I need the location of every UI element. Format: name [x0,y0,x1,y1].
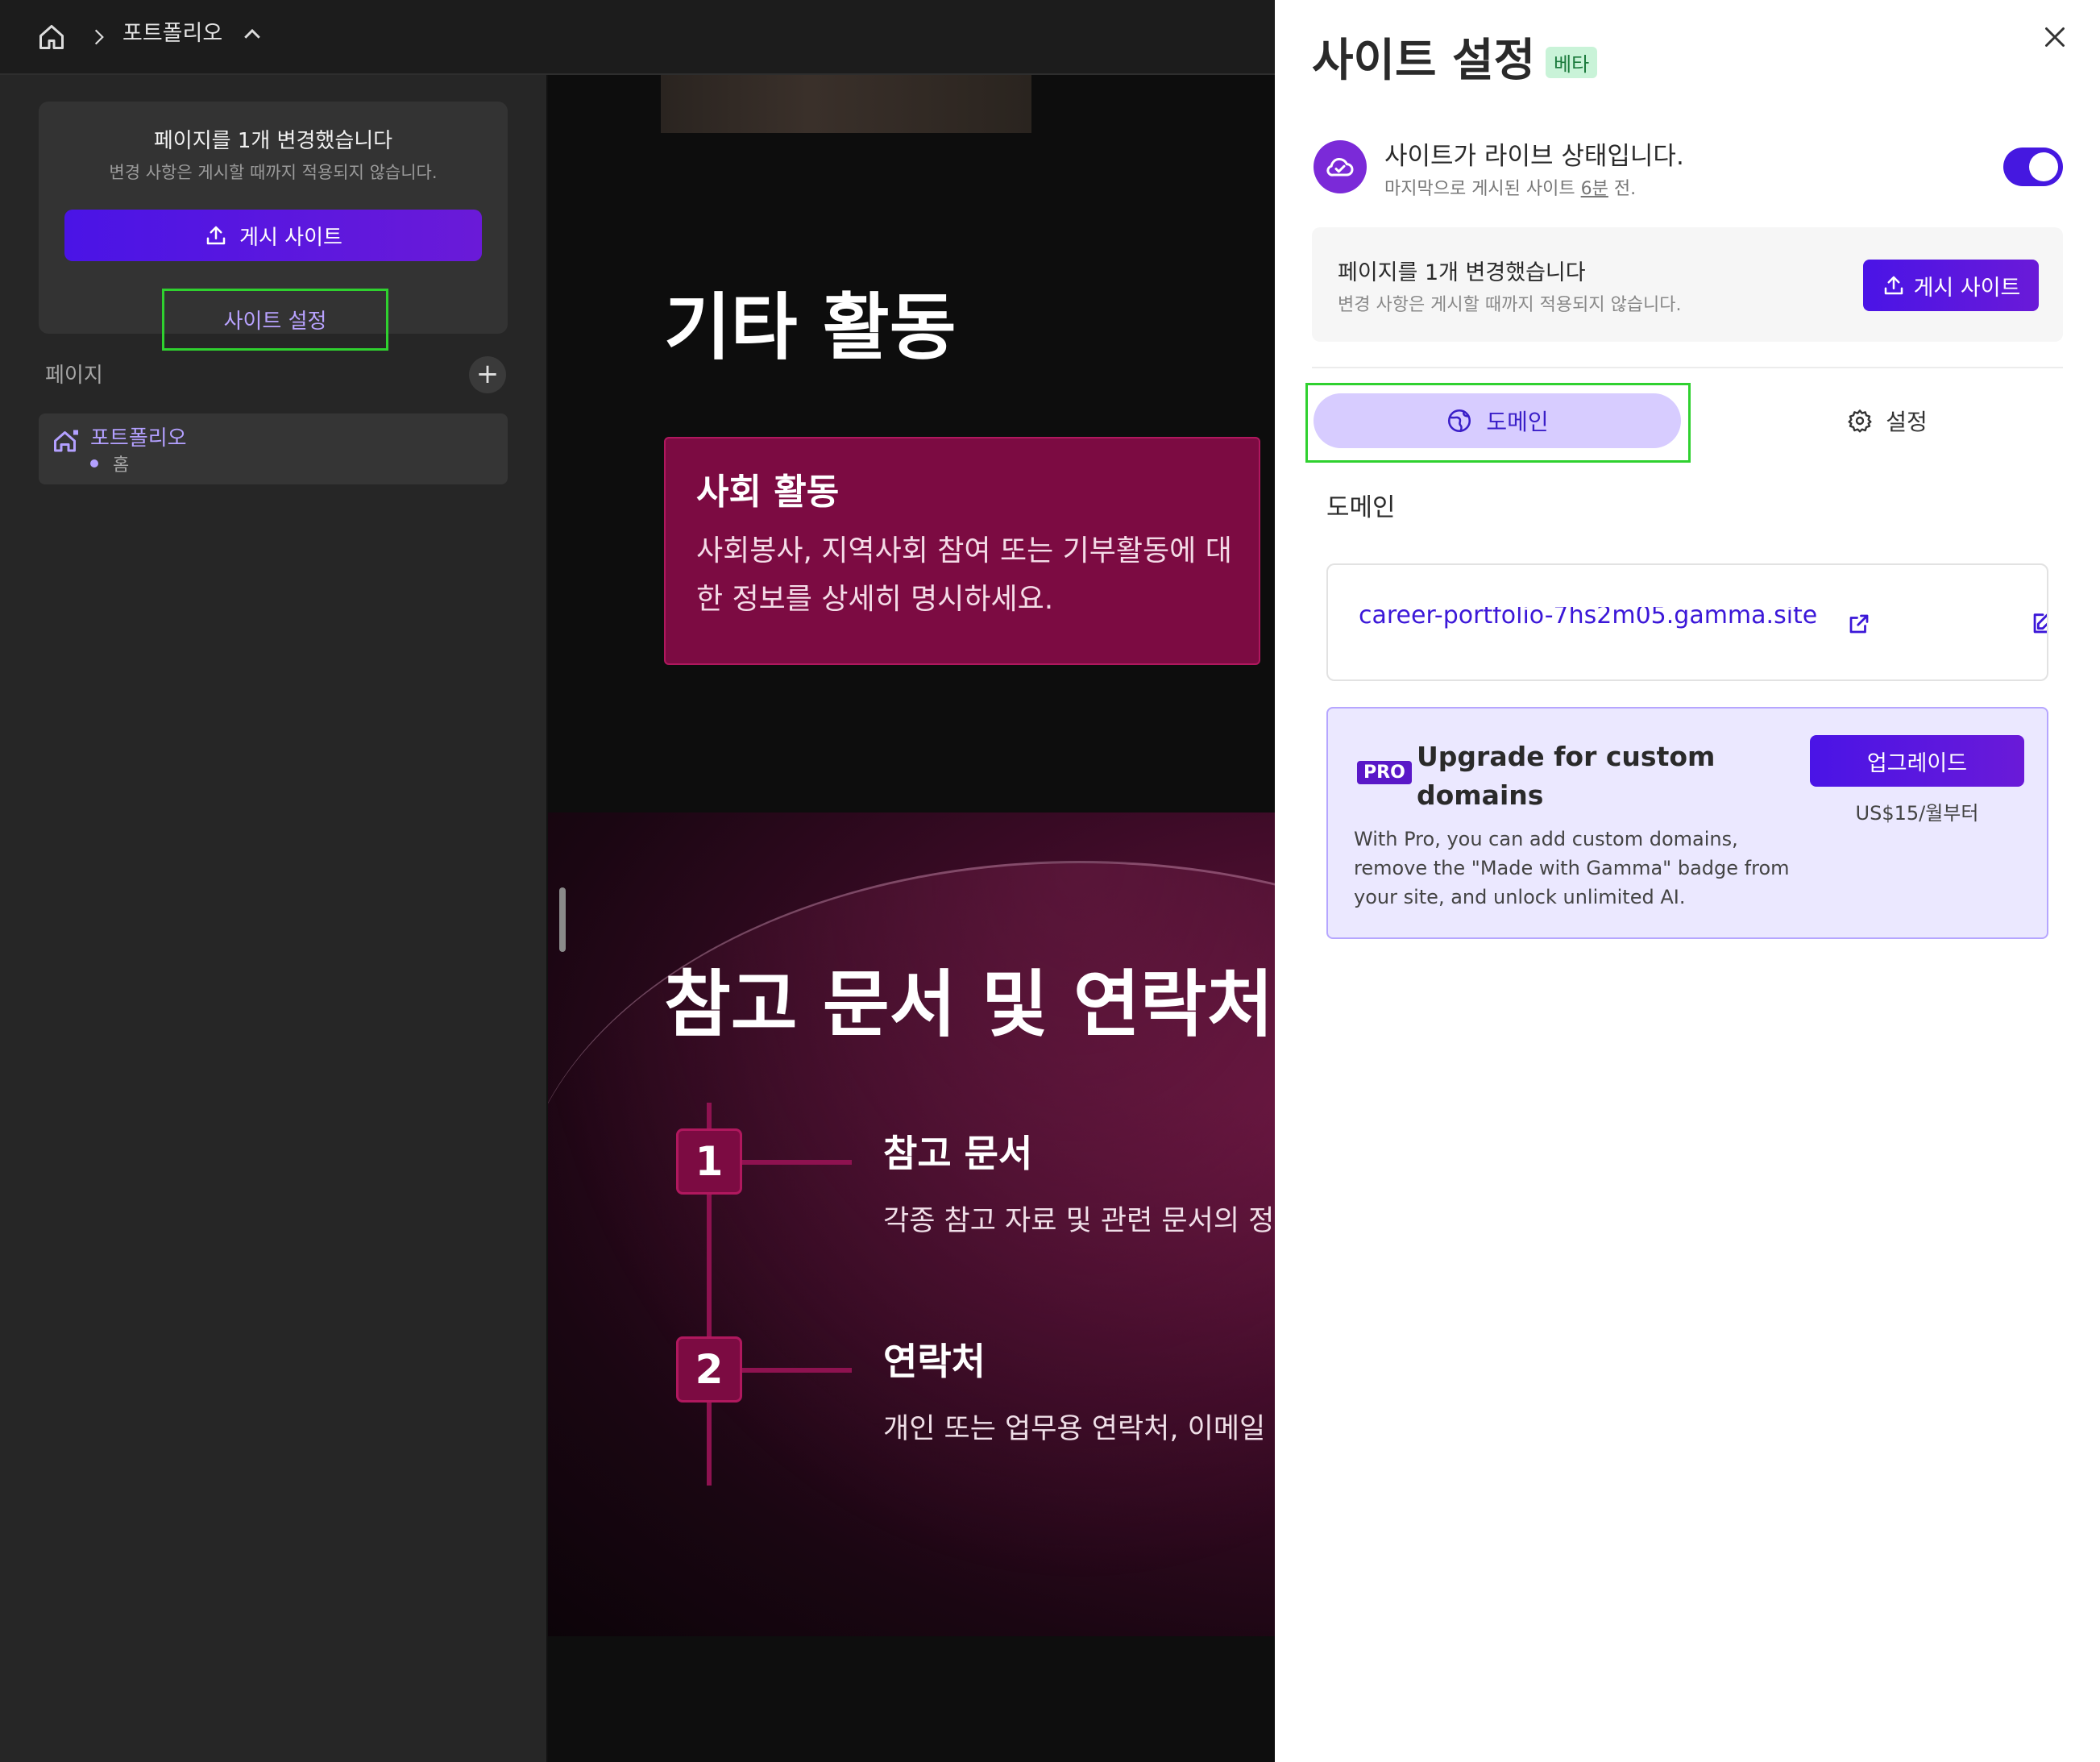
live-status-title: 사이트가 라이브 상태입니다. [1384,142,1684,171]
pages-label: 페이지 [45,364,103,388]
live-sub-time: 6분 [1580,179,1608,199]
upgrade-card: PRO Upgrade for custom domains With Pro,… [1326,707,2048,939]
publish-site-button[interactable]: 게시 사이트 [64,210,482,261]
publish-card: 페이지를 1개 변경했습니다 변경 사항은 게시할 때까지 적용되지 않습니다.… [39,102,508,351]
publish-site-label: 게시 사이트 [239,225,342,250]
domain-url-link[interactable]: career-portfolio-7hs2m05.gamma.site [1359,607,1817,631]
timeline-number-2: 2 [676,1336,742,1403]
home-page-icon [54,430,78,452]
heading-references: 참고 문서 및 연락처 [664,962,1274,1047]
tab-settings-label: 설정 [1886,409,1928,435]
publish-box-title: 페이지를 1개 변경했습니다 [1338,260,1586,285]
close-icon[interactable] [2040,23,2069,52]
publish-box: 페이지를 1개 변경했습니다 변경 사항은 게시할 때까지 적용되지 않습니다.… [1312,227,2063,342]
live-sub-prefix: 마지막으로 게시된 사이트 [1384,179,1581,199]
page-item-sub: 홈 [113,455,130,476]
publish-card-title: 페이지를 1개 변경했습니다 [153,129,393,153]
site-settings-link[interactable]: 사이트 설정 [162,289,388,351]
upgrade-button[interactable]: 업그레이드 [1810,735,2024,787]
globe-icon [1448,409,1471,433]
page-preview[interactable]: 기타 활동 사회 활동 사회봉사, 지역사회 참여 또는 기부활동에 대한 정보… [548,75,1275,1762]
external-link-icon[interactable] [1847,612,1871,636]
edit-icon[interactable] [2029,610,2048,638]
publish-box-subtitle: 변경 사항은 게시할 때까지 적용되지 않습니다. [1338,295,1682,315]
publish-card-subtitle: 변경 사항은 게시할 때까지 적용되지 않습니다. [109,163,438,182]
header-image [661,75,1031,133]
upgrade-title: Upgrade for custom domains [1417,741,1716,811]
timeline-number-1: 1 [676,1128,742,1195]
timeline-body-2: 개인 또는 업무용 연락처, 이메일 주소 [883,1413,1275,1445]
scroll-handle[interactable] [559,887,566,952]
chevron-up-icon[interactable] [240,23,264,47]
tab-settings[interactable]: 설정 [1742,393,2032,448]
page-item-portfolio[interactable]: 포트폴리오 홈 [39,413,508,484]
upload-icon [206,226,226,245]
toggle-knob [2029,152,2058,181]
page-item-name: 포트폴리오 [90,426,187,451]
pro-badge: PRO [1357,761,1412,784]
timeline-connector-1 [742,1160,852,1165]
home-icon[interactable] [37,23,66,52]
timeline-title-1: 참고 문서 [883,1132,1033,1175]
card-body: 사회봉사, 지역사회 참여 또는 기부활동에 대한 정보를 상세히 명시하세요. [696,534,1232,616]
timeline-body-1: 각종 참고 자료 및 관련 문서의 정보 [883,1205,1275,1237]
tab-domain-label: 도메인 [1486,409,1549,435]
social-activity-card: 사회 활동 사회봉사, 지역사회 참여 또는 기부활동에 대한 정보를 상세히 … [664,437,1260,665]
next-section [548,1636,1275,1762]
top-bar: 포트폴리오 [0,0,1275,75]
live-sub-suffix: 전. [1608,179,1637,199]
page-item-dot [90,459,98,468]
panel-publish-button[interactable]: 게시 사이트 [1863,260,2039,311]
panel-title: 사이트 설정 [1312,35,1536,87]
chevron-right-icon [94,29,104,45]
live-status-subtitle: 마지막으로 게시된 사이트 6분 전. [1384,174,1636,200]
cloud-check-icon [1314,140,1367,193]
card-title: 사회 활동 [696,472,840,513]
breadcrumb-title[interactable]: 포트폴리오 [122,18,222,50]
site-settings-panel: 사이트 설정 베타 사이트가 라이브 상태입니다. 마지막으로 게시된 사이트 … [1275,0,2100,1762]
heading-other-activities: 기타 활동 [664,285,957,370]
timeline-title-2: 연락처 [883,1340,986,1383]
timeline-connector-2 [742,1368,852,1373]
tab-domain[interactable]: 도메인 [1314,393,1681,448]
divider [1312,367,2063,368]
upgrade-price: US$15/월부터 [1855,802,1979,825]
beta-badge: 베타 [1546,47,1598,78]
upload-icon [1884,276,1903,295]
domain-section-label: 도메인 [1326,493,1396,522]
upgrade-body: With Pro, you can add custom domains, re… [1354,828,1790,908]
sidebar: 페이지를 1개 변경했습니다 변경 사항은 게시할 때까지 적용되지 않습니다.… [0,75,548,1762]
gear-icon [1848,409,1872,433]
domain-box: career-portfolio-7hs2m05.gamma.site [1326,563,2048,681]
panel-publish-label: 게시 사이트 [1913,275,2021,301]
live-toggle[interactable] [2003,148,2063,186]
add-page-button[interactable]: + [469,356,506,393]
